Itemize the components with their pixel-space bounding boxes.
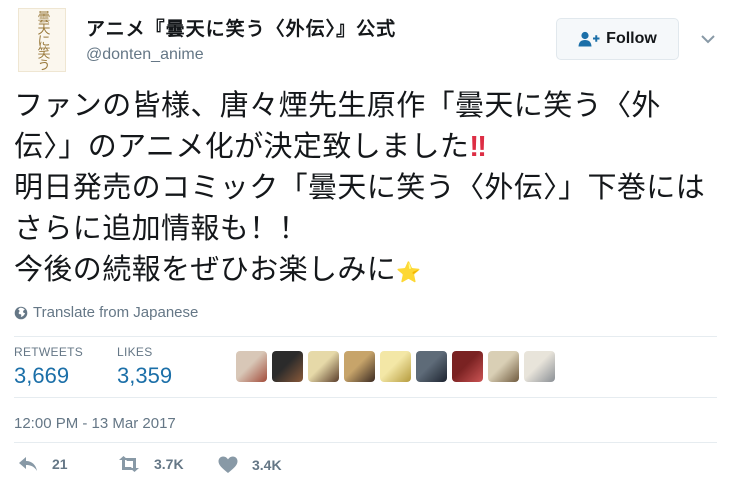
translate-label: Translate from Japanese xyxy=(33,304,199,321)
add-user-icon xyxy=(578,31,600,47)
reply-icon xyxy=(19,457,37,471)
like-action[interactable]: 3.4K xyxy=(218,456,282,474)
retweet-icon xyxy=(119,456,139,472)
liker-1-avatar[interactable] xyxy=(236,351,267,382)
avatar-logo-text: 曇天に笑う xyxy=(34,10,50,70)
follow-button[interactable]: Follow xyxy=(556,18,679,60)
chevron-down-icon[interactable] xyxy=(699,30,717,48)
likes-stat[interactable]: LIKES 3,359 xyxy=(117,345,172,389)
divider xyxy=(14,442,717,443)
likes-label: LIKES xyxy=(117,345,153,359)
liker-5-avatar[interactable] xyxy=(380,351,411,382)
follow-label: Follow xyxy=(606,30,657,47)
double-exclamation-emoji: ‼ xyxy=(469,131,488,163)
avatar[interactable]: 曇天に笑う xyxy=(18,8,66,72)
tweet-line-4: さらに追加情報も！！ xyxy=(14,213,309,245)
tweet-line-3: 明日発売のコミック「曇天に笑う〈外伝〉」下巻には xyxy=(14,172,706,204)
retweets-count: 3,669 xyxy=(14,363,70,388)
liker-4-avatar[interactable] xyxy=(344,351,375,382)
retweet-count: 3.7K xyxy=(154,456,184,472)
translate-link[interactable]: Translate from Japanese xyxy=(14,304,198,321)
liker-6-avatar[interactable] xyxy=(416,351,447,382)
liker-9-avatar[interactable] xyxy=(524,351,555,382)
divider xyxy=(14,397,717,398)
tweet-timestamp[interactable]: 12:00 PM - 13 Mar 2017 xyxy=(14,415,176,432)
retweets-stat[interactable]: RETWEETS 3,669 xyxy=(14,345,83,389)
likes-count: 3,359 xyxy=(117,363,173,388)
globe-icon xyxy=(14,306,28,319)
liker-7-avatar[interactable] xyxy=(452,351,483,382)
user-handle[interactable]: @donten_anime xyxy=(86,46,204,64)
heart-icon xyxy=(218,456,238,473)
reply-count: 21 xyxy=(52,456,68,472)
liker-3-avatar[interactable] xyxy=(308,351,339,382)
liker-8-avatar[interactable] xyxy=(488,351,519,382)
divider xyxy=(14,336,717,337)
tweet-line-2: 伝〉」のアニメ化が決定致しました‼ xyxy=(14,127,724,168)
tweet-line-2-text: 伝〉」のアニメ化が決定致しました xyxy=(14,131,470,163)
star-emoji: ⭐ xyxy=(396,262,422,284)
tweet-line-5-text: 今後の続報をぜひお楽しみに xyxy=(14,254,397,286)
tweet-line-1: ファンの皆様、唐々煙先生原作「曇天に笑う〈外 xyxy=(14,90,661,122)
reply-action[interactable]: 21 xyxy=(18,456,68,472)
liker-avatars xyxy=(236,351,555,382)
tweet-text: ファンの皆様、唐々煙先生原作「曇天に笑う〈外 伝〉」のアニメ化が決定致しました‼… xyxy=(14,86,724,294)
liker-2-avatar[interactable] xyxy=(272,351,303,382)
display-name[interactable]: アニメ『曇天に笑う〈外伝〉』公式 xyxy=(86,14,396,41)
like-count: 3.4K xyxy=(252,457,282,473)
retweet-action[interactable]: 3.7K xyxy=(118,456,184,472)
retweets-label: RETWEETS xyxy=(14,345,84,359)
tweet-line-5: 今後の続報をぜひお楽しみに⭐ xyxy=(14,250,724,294)
